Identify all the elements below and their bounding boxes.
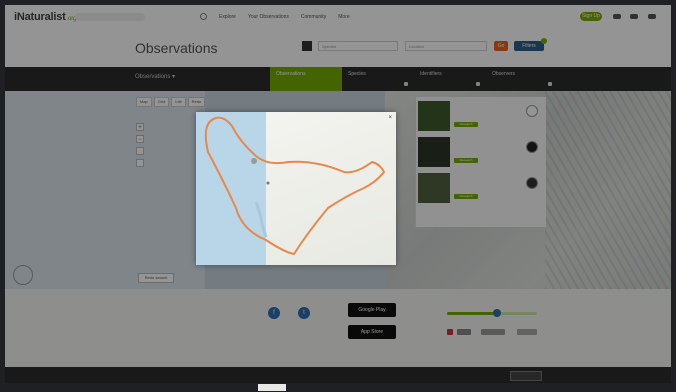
place-boundary-svg bbox=[204, 116, 385, 255]
map-marker bbox=[251, 158, 257, 164]
map-marker bbox=[266, 181, 270, 185]
browser-viewport: iNaturalist.org Explore Your Observation… bbox=[5, 5, 671, 383]
place-boundary-outline bbox=[204, 116, 385, 255]
status-chip bbox=[258, 384, 286, 391]
place-boundary-modal: × bbox=[196, 112, 396, 265]
river-line bbox=[254, 201, 268, 238]
